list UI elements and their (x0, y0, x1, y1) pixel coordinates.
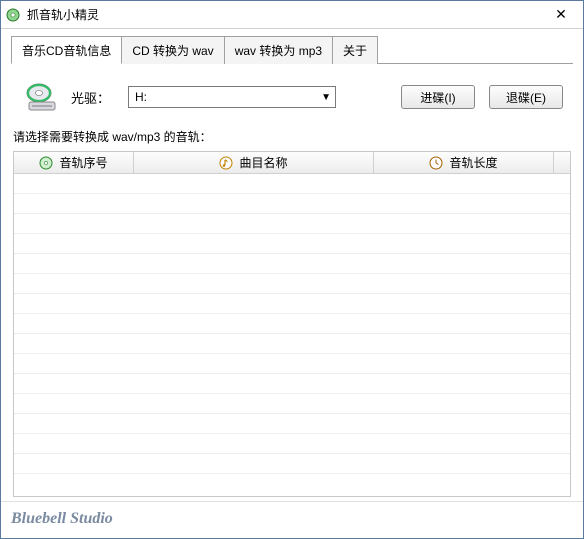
tab-about[interactable]: 关于 (332, 36, 378, 64)
content-area: 音乐CD音轨信息 CD 转换为 wav wav 转换为 mp3 关于 光驱： H… (1, 29, 583, 501)
titlebar: 抓音轨小精灵 ✕ (1, 1, 583, 29)
drive-buttons: 进碟(I) 退碟(E) (401, 85, 563, 109)
table-row (14, 454, 570, 474)
dropdown-arrow-icon: ▼ (321, 92, 331, 103)
track-table: 音轨序号 曲目名称 (13, 151, 571, 497)
tab-wav-to-mp3[interactable]: wav 转换为 mp3 (224, 36, 333, 64)
table-row (14, 374, 570, 394)
table-row (14, 394, 570, 414)
tab-cd-info[interactable]: 音乐CD音轨信息 (11, 36, 122, 64)
table-row (14, 354, 570, 374)
table-row (14, 194, 570, 214)
table-row (14, 334, 570, 354)
table-row (14, 214, 570, 234)
table-body[interactable] (14, 174, 570, 496)
drive-label: 光驱： (71, 88, 110, 107)
table-row (14, 234, 570, 254)
table-header: 音轨序号 曲目名称 (14, 152, 570, 174)
clock-icon (429, 156, 443, 170)
column-track-no[interactable]: 音轨序号 (14, 152, 134, 173)
music-note-icon (219, 156, 233, 170)
column-track-length[interactable]: 音轨长度 (374, 152, 554, 173)
tab-cd-to-wav[interactable]: CD 转换为 wav (121, 36, 224, 64)
table-row (14, 414, 570, 434)
eject-disc-button[interactable]: 退碟(E) (489, 85, 563, 109)
tab-bar: 音乐CD音轨信息 CD 转换为 wav wav 转换为 mp3 关于 (11, 35, 573, 64)
column-track-length-label: 音轨长度 (449, 154, 497, 171)
table-row (14, 254, 570, 274)
table-row (14, 174, 570, 194)
column-track-name-label: 曲目名称 (239, 154, 287, 171)
drive-selected-value: H: (135, 90, 147, 104)
drive-select[interactable]: H: ▼ (128, 86, 336, 108)
insert-disc-button[interactable]: 进碟(I) (401, 85, 475, 109)
disc-icon (39, 156, 53, 170)
drive-row: 光驱： H: ▼ 进碟(I) 退碟(E) (25, 82, 563, 112)
window-title: 抓音轨小精灵 (27, 6, 543, 23)
cd-drive-icon (25, 82, 59, 112)
column-track-name[interactable]: 曲目名称 (134, 152, 374, 173)
app-window: 抓音轨小精灵 ✕ 音乐CD音轨信息 CD 转换为 wav wav 转换为 mp3… (0, 0, 584, 539)
table-row (14, 294, 570, 314)
close-button[interactable]: ✕ (543, 4, 579, 26)
table-row (14, 274, 570, 294)
column-track-no-label: 音轨序号 (59, 154, 107, 171)
column-spacer (554, 152, 570, 173)
instruction-text: 请选择需要转换成 wav/mp3 的音轨： (13, 128, 571, 145)
app-icon (5, 7, 21, 23)
table-row (14, 434, 570, 454)
footer-brand: Bluebell Studio (1, 501, 583, 538)
table-row (14, 314, 570, 334)
